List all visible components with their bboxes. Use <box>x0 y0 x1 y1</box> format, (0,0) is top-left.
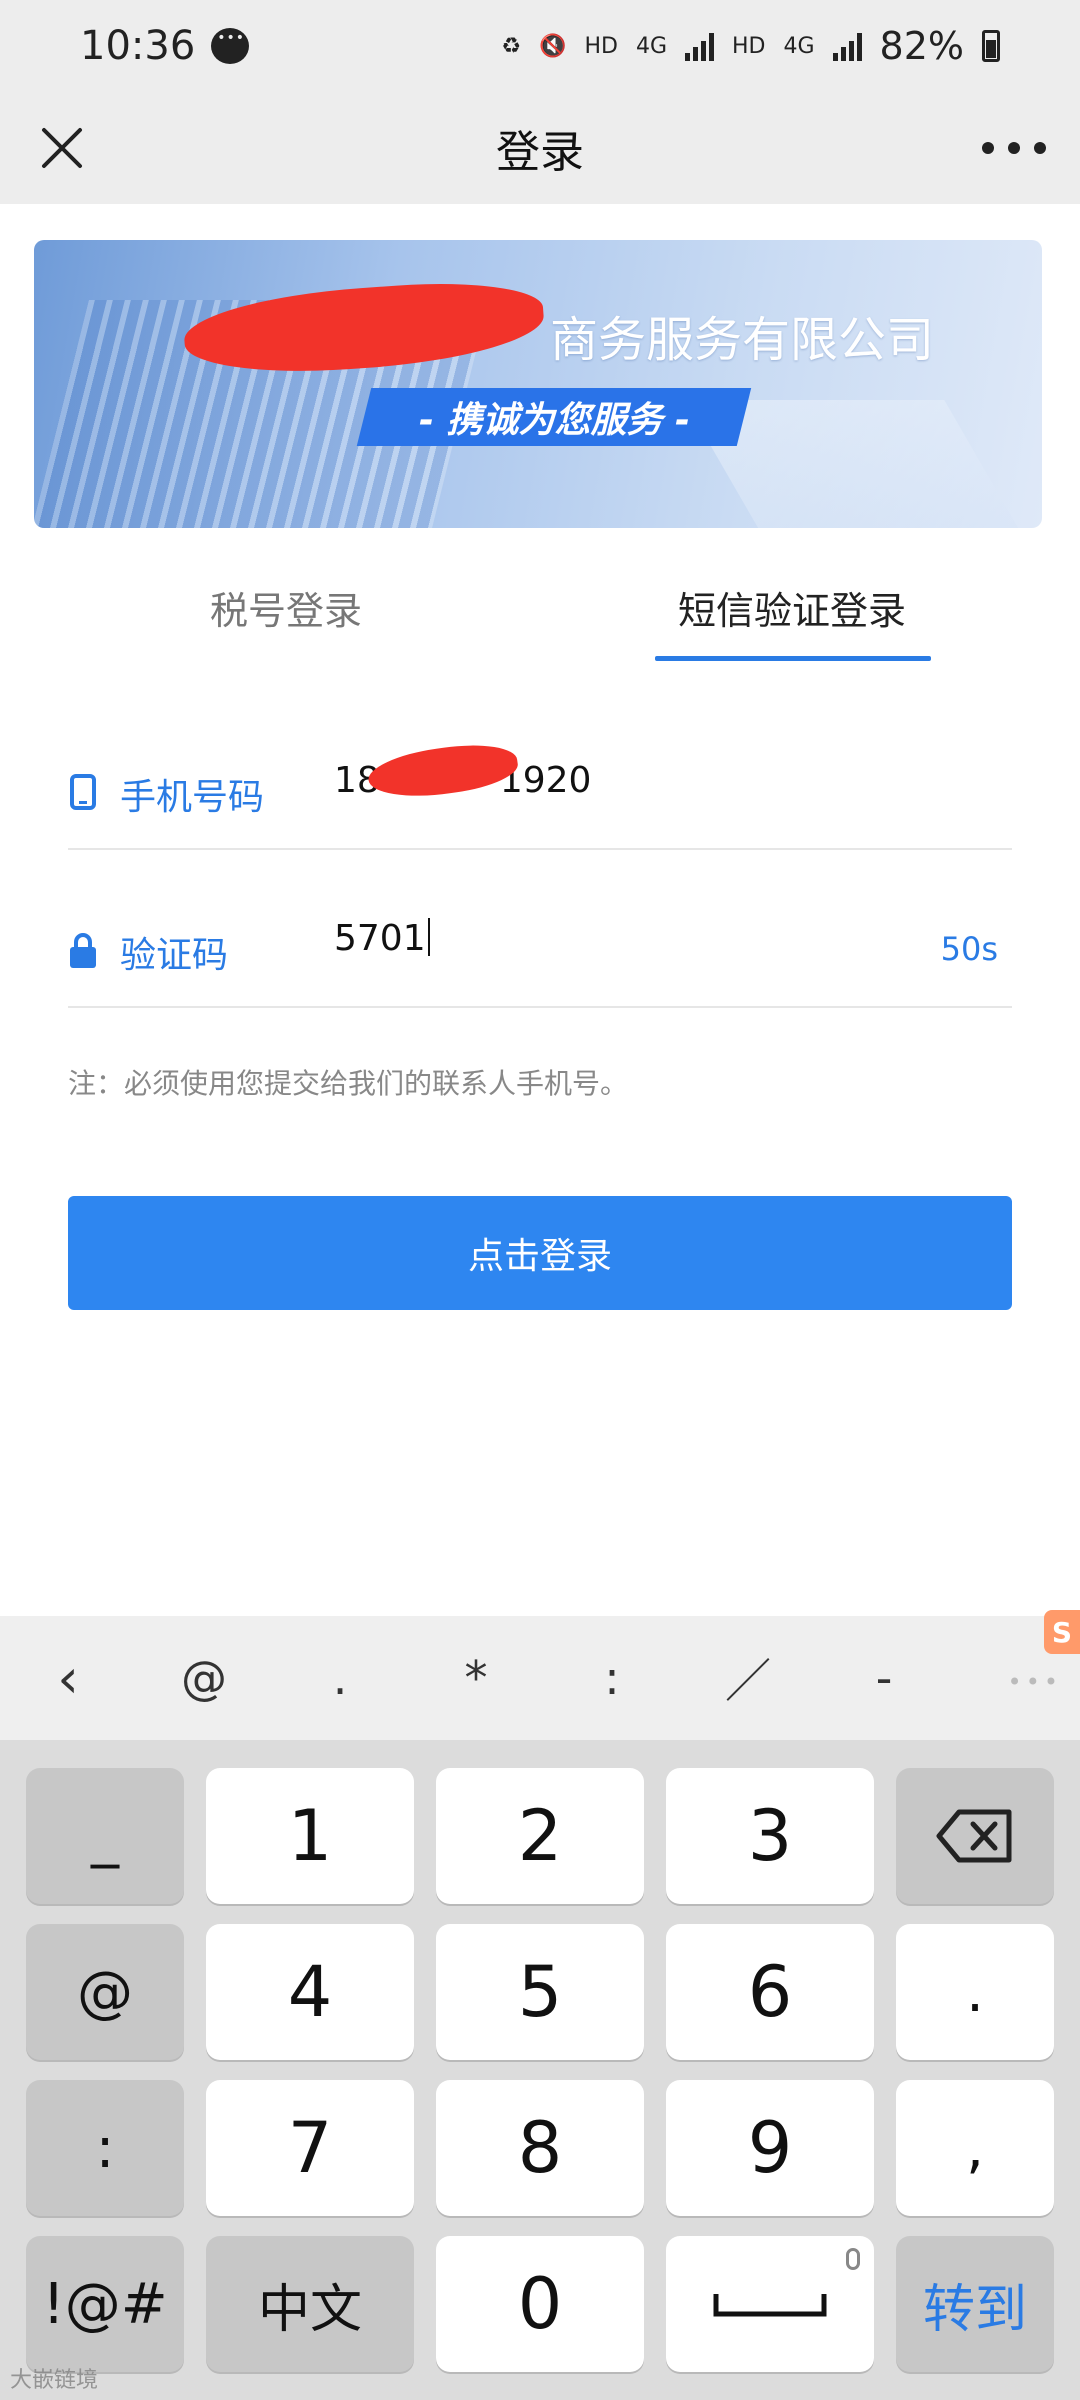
phone-icon <box>68 772 98 812</box>
backspace-key[interactable] <box>896 1768 1054 1904</box>
key-comma[interactable]: , <box>896 2080 1054 2216</box>
slogan-text: - 携诚为您服务 - <box>418 400 690 441</box>
numeric-keyboard: _ @ : !@# 1 2 3 4 5 6 7 8 9 中文 0 . , 转到 <box>0 1740 1080 2400</box>
more-dots-icon[interactable]: ••• <box>1008 1668 1062 1696</box>
tab-sms-login[interactable]: 短信验证登录 <box>678 580 906 635</box>
hd-label-2: HD <box>732 33 766 59</box>
hd-label-1: HD <box>584 33 618 59</box>
key-period[interactable]: . <box>896 1924 1054 2060</box>
key-3[interactable]: 3 <box>666 1768 874 1904</box>
key-7[interactable]: 7 <box>206 2080 414 2216</box>
chevron-left-icon[interactable]: ‹ <box>0 1647 136 1710</box>
key-underscore[interactable]: _ <box>26 1768 184 1904</box>
tab-tax-id-login[interactable]: 税号登录 <box>210 580 362 635</box>
key-at[interactable]: @ <box>26 1924 184 2060</box>
status-bar: 10:36 ♻ 🔇 HD 4G HD 4G 82% <box>0 0 1080 92</box>
key-go[interactable]: 转到 <box>896 2236 1054 2372</box>
toolbar-key-slash[interactable]: ／ <box>680 1645 816 1711</box>
toolbar-key-at[interactable]: @ <box>136 1651 272 1705</box>
more-icon[interactable] <box>982 120 1046 176</box>
mute-icon: 🔇 <box>539 33 567 59</box>
key-6[interactable]: 6 <box>666 1924 874 2060</box>
key-4[interactable]: 4 <box>206 1924 414 2060</box>
verification-code-field[interactable]: 验证码 5701 50s <box>68 848 1012 1008</box>
key-chinese[interactable]: 中文 <box>206 2236 414 2372</box>
battery-percent: 82% <box>879 24 964 68</box>
key-8[interactable]: 8 <box>436 2080 644 2216</box>
login-button[interactable]: 点击登录 <box>68 1196 1012 1310</box>
key-2[interactable]: 2 <box>436 1768 644 1904</box>
watermark: 大嵌链境 <box>10 2368 99 2393</box>
space-key[interactable] <box>666 2236 874 2372</box>
key-0[interactable]: 0 <box>436 2236 644 2372</box>
key-9[interactable]: 9 <box>666 2080 874 2216</box>
network-label-1: 4G <box>635 33 667 59</box>
code-label: 验证码 <box>120 935 229 976</box>
phone-field[interactable]: 手机号码 18 1920 <box>68 690 1012 850</box>
toolbar-key-star[interactable]: * <box>408 1651 544 1705</box>
toolbar-key-colon[interactable]: : <box>544 1651 680 1705</box>
company-banner: 商务服务有限公司 - 携诚为您服务 - <box>34 240 1042 528</box>
mic-icon <box>846 2248 860 2270</box>
chat-notification-icon <box>211 28 250 64</box>
network-label-2: 4G <box>783 33 815 59</box>
recycle-icon: ♻ <box>501 33 522 59</box>
key-5[interactable]: 5 <box>436 1924 644 2060</box>
active-tab-indicator <box>655 656 931 661</box>
login-tabs: 税号登录 短信验证登录 <box>0 560 1080 670</box>
nav-bar: 登录 <box>0 92 1080 204</box>
lock-icon <box>68 930 98 970</box>
signal-icon-1 <box>685 31 714 61</box>
signal-icon-2 <box>832 31 862 61</box>
toolbar-key-dot[interactable]: . <box>272 1651 408 1705</box>
status-time: 10:36 <box>80 23 196 69</box>
slogan-ribbon: - 携诚为您服务 - <box>356 388 752 446</box>
resend-timer: 50s <box>940 930 998 968</box>
phone-label: 手机号码 <box>120 777 265 818</box>
code-input[interactable]: 5701 <box>334 918 430 959</box>
keyboard-toolbar: ‹ @ . * : ／ - ••• S <box>0 1610 1080 1740</box>
code-value: 5701 <box>334 918 426 959</box>
key-symbols[interactable]: !@# <box>26 2236 184 2372</box>
key-colon[interactable]: : <box>26 2080 184 2216</box>
text-caret <box>427 918 430 956</box>
toolbar-key-dash[interactable]: - <box>816 1651 952 1705</box>
phone-note: 注：必须使用您提交给我们的联系人手机号。 <box>68 1067 629 1100</box>
key-1[interactable]: 1 <box>206 1768 414 1904</box>
battery-icon <box>982 30 1000 62</box>
page-title: 登录 <box>496 127 584 178</box>
ime-logo-icon: S <box>1044 1610 1080 1654</box>
status-right: ♻ 🔇 HD 4G HD 4G 82% <box>501 24 1000 68</box>
close-icon[interactable] <box>30 116 94 180</box>
